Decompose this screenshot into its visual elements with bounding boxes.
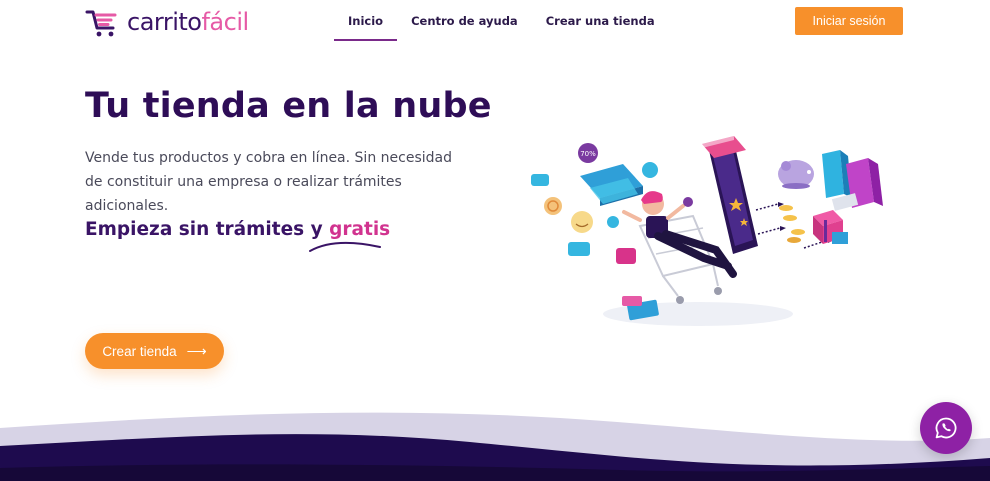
main-nav: Inicio Centro de ayuda Crear una tienda — [334, 0, 669, 42]
smartphone-icon — [702, 136, 758, 254]
whatsapp-icon — [935, 417, 957, 439]
arrow-right-icon: ⟶ — [186, 343, 207, 359]
hero-subtitle-main: Empieza sin trámites y — [85, 219, 330, 240]
gratis-underline-swoosh — [309, 241, 381, 252]
brand-name-part2: fácil — [201, 8, 249, 36]
hero-subtitle-highlight: gratis — [329, 219, 391, 240]
nav-item-centro-de-ayuda[interactable]: Centro de ayuda — [397, 0, 532, 42]
hero-subtitle: Empieza sin trámites y gratis — [85, 219, 390, 240]
shopping-bags-icon — [580, 164, 643, 206]
create-store-button[interactable]: Crear tienda ⟶ — [85, 333, 224, 369]
piggy-bank-icon — [778, 160, 814, 189]
brand-name-part1: carrito — [127, 8, 202, 36]
login-button[interactable]: Iniciar sesión — [795, 7, 903, 35]
shopping-illustration: 70% — [531, 136, 883, 326]
hero-description: Vende tus productos y cobra en línea. Si… — [85, 150, 452, 214]
hero-title: Tu tienda en la nube — [85, 86, 492, 126]
discount-badge: 70% — [578, 143, 598, 163]
nav-item-crear-una-tienda[interactable]: Crear una tienda — [532, 0, 669, 42]
coins-icon — [779, 205, 805, 243]
brand-name: carritofácil — [127, 10, 249, 34]
svg-text:70%: 70% — [580, 150, 596, 158]
footer-waves — [0, 412, 990, 481]
cart-logo-icon — [85, 10, 117, 37]
brand-logo[interactable]: carritofácil — [85, 5, 249, 39]
create-store-button-label: Crear tienda — [102, 343, 177, 359]
nav-item-inicio[interactable]: Inicio — [334, 0, 398, 42]
whatsapp-button[interactable] — [920, 402, 972, 454]
